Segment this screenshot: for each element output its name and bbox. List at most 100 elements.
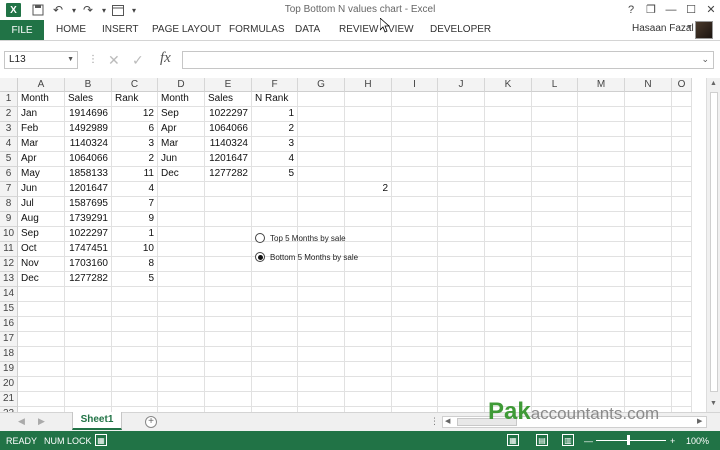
row-header-10[interactable]: 10	[0, 227, 18, 242]
user-name[interactable]: Hasaan Fazal	[632, 23, 694, 34]
cell-n11[interactable]	[625, 242, 672, 257]
cell-o13[interactable]	[672, 272, 692, 287]
cell-j13[interactable]	[438, 272, 485, 287]
page-layout-view-icon[interactable]: ▤	[536, 434, 548, 446]
cell-j6[interactable]	[438, 167, 485, 182]
cell-g9[interactable]	[298, 212, 345, 227]
cell-o7[interactable]	[672, 182, 692, 197]
macro-record-icon[interactable]: ▦	[95, 434, 107, 446]
column-header-e[interactable]: E	[205, 78, 252, 92]
row-header-17[interactable]: 17	[0, 332, 18, 347]
row-header-1[interactable]: 1	[0, 92, 18, 107]
cell-c10[interactable]: 1	[112, 227, 158, 242]
cell-n7[interactable]	[625, 182, 672, 197]
cell-i2[interactable]	[392, 107, 438, 122]
help-button[interactable]: ?	[620, 1, 642, 18]
column-header-c[interactable]: C	[112, 78, 158, 92]
cell-o20[interactable]	[672, 377, 692, 392]
cell-o17[interactable]	[672, 332, 692, 347]
cell-k6[interactable]	[485, 167, 532, 182]
tab-formulas[interactable]: FORMULAS	[229, 24, 285, 35]
cell-d1[interactable]: Month	[158, 92, 205, 107]
cell-l14[interactable]	[532, 287, 578, 302]
cell-d16[interactable]	[158, 317, 205, 332]
cell-e8[interactable]	[205, 197, 252, 212]
cell-l19[interactable]	[532, 362, 578, 377]
select-all-corner[interactable]	[0, 78, 18, 92]
tab-review[interactable]: REVIEW	[339, 24, 378, 35]
cell-i21[interactable]	[392, 392, 438, 407]
cell-a18[interactable]	[18, 347, 65, 362]
cell-n19[interactable]	[625, 362, 672, 377]
row-header-2[interactable]: 2	[0, 107, 18, 122]
cell-e11[interactable]	[205, 242, 252, 257]
cell-f21[interactable]	[252, 392, 298, 407]
cell-l4[interactable]	[532, 137, 578, 152]
cell-i15[interactable]	[392, 302, 438, 317]
cell-b6[interactable]: 1858133	[65, 167, 112, 182]
cell-o5[interactable]	[672, 152, 692, 167]
cell-a17[interactable]	[18, 332, 65, 347]
cell-b7[interactable]: 1201647	[65, 182, 112, 197]
cell-o6[interactable]	[672, 167, 692, 182]
add-sheet-icon[interactable]: +	[145, 416, 157, 428]
cell-d18[interactable]	[158, 347, 205, 362]
cell-l16[interactable]	[532, 317, 578, 332]
cell-m18[interactable]	[578, 347, 625, 362]
row-header-13[interactable]: 13	[0, 272, 18, 287]
cell-k1[interactable]	[485, 92, 532, 107]
cell-g16[interactable]	[298, 317, 345, 332]
zoom-slider-track[interactable]	[596, 440, 666, 441]
cell-j12[interactable]	[438, 257, 485, 272]
cell-n15[interactable]	[625, 302, 672, 317]
cell-f6[interactable]: 5	[252, 167, 298, 182]
cell-e9[interactable]	[205, 212, 252, 227]
cell-g5[interactable]	[298, 152, 345, 167]
cell-h3[interactable]	[345, 122, 392, 137]
cell-n4[interactable]	[625, 137, 672, 152]
cell-b14[interactable]	[65, 287, 112, 302]
cell-g4[interactable]	[298, 137, 345, 152]
cell-j3[interactable]	[438, 122, 485, 137]
cell-f2[interactable]: 1	[252, 107, 298, 122]
tab-page-layout[interactable]: PAGE LAYOUT	[152, 24, 221, 35]
tab-view[interactable]: VIEW	[388, 24, 414, 35]
name-box-dropdown-icon[interactable]: ▼	[67, 52, 74, 68]
cell-o14[interactable]	[672, 287, 692, 302]
column-header-a[interactable]: A	[18, 78, 65, 92]
cell-h4[interactable]	[345, 137, 392, 152]
cell-j1[interactable]	[438, 92, 485, 107]
cell-g14[interactable]	[298, 287, 345, 302]
cell-b17[interactable]	[65, 332, 112, 347]
cell-k19[interactable]	[485, 362, 532, 377]
cell-b20[interactable]	[65, 377, 112, 392]
cell-i11[interactable]	[392, 242, 438, 257]
cell-h16[interactable]	[345, 317, 392, 332]
column-header-g[interactable]: G	[298, 78, 345, 92]
cell-m4[interactable]	[578, 137, 625, 152]
cell-d10[interactable]	[158, 227, 205, 242]
cell-d4[interactable]: Mar	[158, 137, 205, 152]
cell-a3[interactable]: Feb	[18, 122, 65, 137]
cell-b15[interactable]	[65, 302, 112, 317]
cell-h18[interactable]	[345, 347, 392, 362]
cell-j8[interactable]	[438, 197, 485, 212]
cell-j7[interactable]	[438, 182, 485, 197]
cell-h19[interactable]	[345, 362, 392, 377]
cell-c21[interactable]	[112, 392, 158, 407]
cell-e17[interactable]	[205, 332, 252, 347]
tab-developer[interactable]: DEVELOPER	[430, 24, 491, 35]
cell-b12[interactable]: 1703160	[65, 257, 112, 272]
cell-k13[interactable]	[485, 272, 532, 287]
cell-a16[interactable]	[18, 317, 65, 332]
cell-c5[interactable]: 2	[112, 152, 158, 167]
cell-d6[interactable]: Dec	[158, 167, 205, 182]
cell-c14[interactable]	[112, 287, 158, 302]
cell-i1[interactable]	[392, 92, 438, 107]
column-header-l[interactable]: L	[532, 78, 578, 92]
ribbon-display-options-icon[interactable]: ❐	[640, 1, 662, 18]
cell-n6[interactable]	[625, 167, 672, 182]
vertical-scrollbar[interactable]: ▲ ▼	[706, 78, 720, 412]
page-break-preview-icon[interactable]: ▥	[562, 434, 574, 446]
cell-j19[interactable]	[438, 362, 485, 377]
